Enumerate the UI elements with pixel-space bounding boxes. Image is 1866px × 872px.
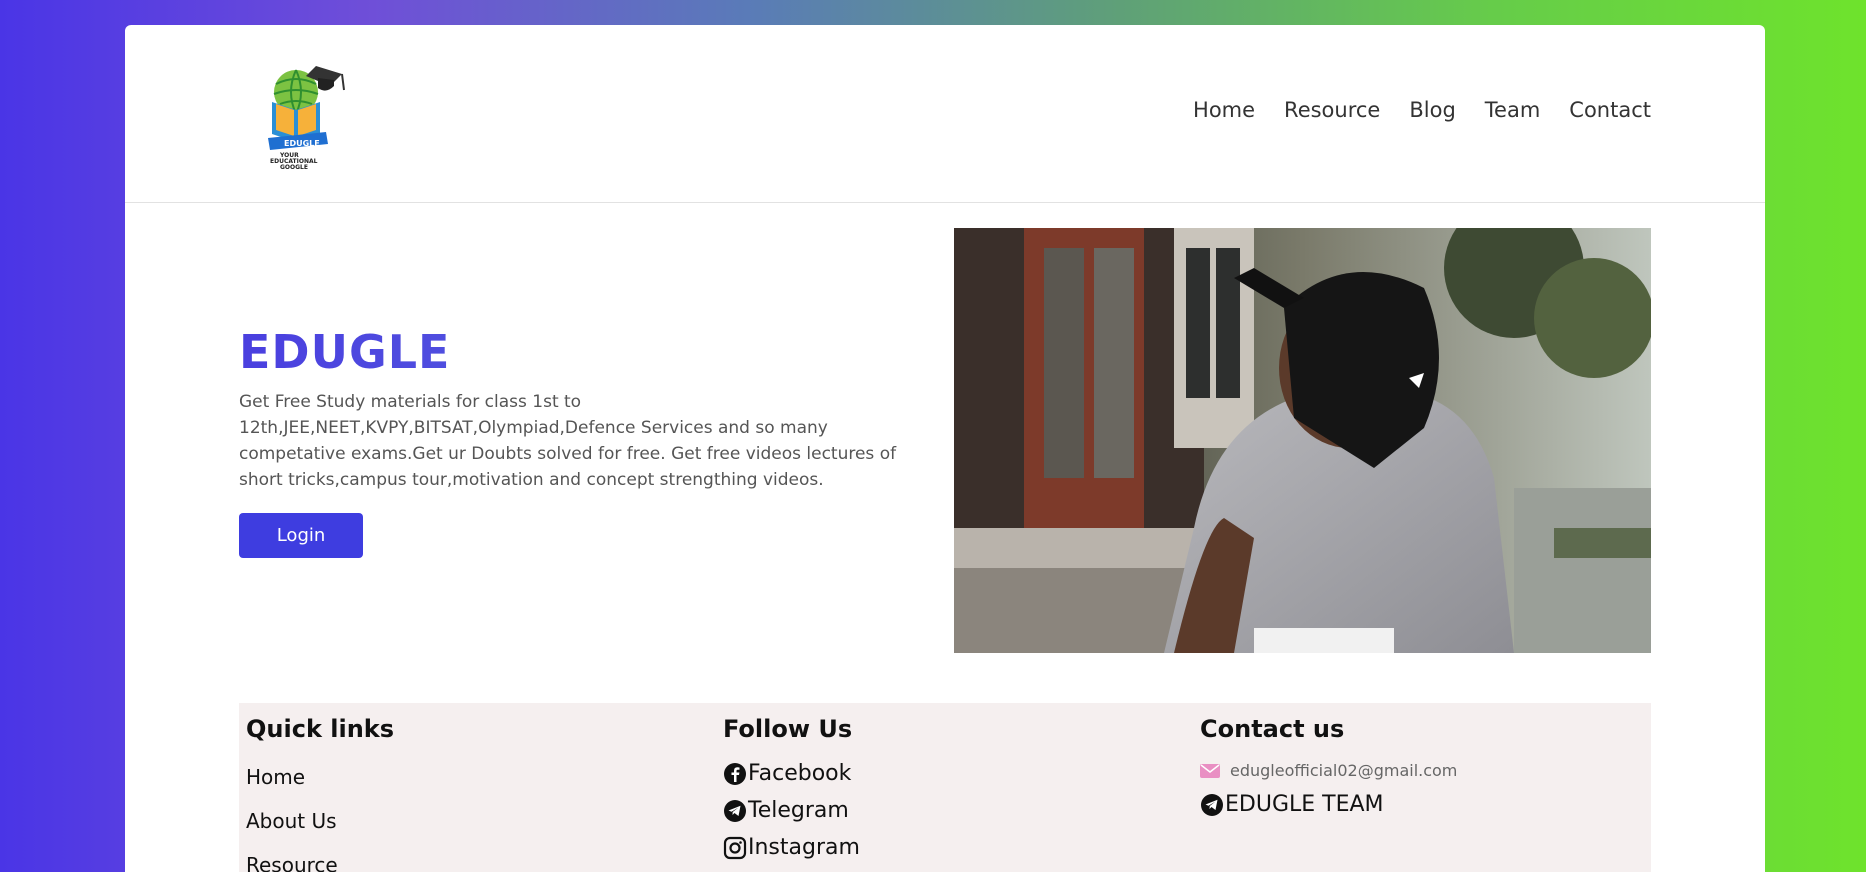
site-footer: Quick links Home About Us Resource Follo…: [239, 703, 1651, 872]
nav-team[interactable]: Team: [1485, 98, 1541, 122]
hero-section: EDUGLE Get Free Study materials for clas…: [239, 325, 919, 558]
team-telegram-link[interactable]: EDUGLE TEAM: [1200, 792, 1457, 817]
facebook-link[interactable]: Facebook: [723, 761, 860, 786]
envelope-icon: [1200, 763, 1220, 778]
login-button[interactable]: Login: [239, 513, 363, 558]
nav-contact[interactable]: Contact: [1569, 98, 1651, 122]
follow-us-heading: Follow Us: [723, 715, 853, 743]
hero-description: Get Free Study materials for class 1st t…: [239, 392, 897, 490]
telegram-label: Telegram: [748, 798, 849, 823]
contact-column: Contact us edugleofficial02@gmail.com ED…: [1200, 715, 1457, 817]
edugle-logo[interactable]: EDUGLE YOUR EDUCATIONAL GOOGLE: [260, 60, 350, 170]
hero-photo: [954, 228, 1651, 653]
instagram-label: Instagram: [748, 835, 860, 860]
svg-text:GOOGLE: GOOGLE: [280, 164, 308, 170]
telegram-icon: [1201, 793, 1223, 816]
hero-title: EDUGLE: [239, 325, 919, 379]
telegram-icon: [724, 799, 746, 822]
quick-links-column: Quick links Home About Us Resource: [246, 715, 394, 872]
footer-link-resource[interactable]: Resource: [246, 853, 394, 872]
contact-heading: Contact us: [1200, 715, 1345, 743]
email-contact[interactable]: edugleofficial02@gmail.com: [1200, 761, 1457, 780]
nav-resource[interactable]: Resource: [1284, 98, 1380, 122]
main-nav: Home Resource Blog Team Contact: [1193, 98, 1651, 122]
team-label: EDUGLE TEAM: [1225, 792, 1384, 817]
svg-text:EDUGLE: EDUGLE: [284, 139, 320, 148]
site-header: EDUGLE YOUR EDUCATIONAL GOOGLE Home Reso…: [125, 25, 1765, 203]
facebook-icon: [724, 762, 746, 785]
instagram-link[interactable]: Instagram: [723, 835, 860, 860]
email-address: edugleofficial02@gmail.com: [1230, 761, 1458, 780]
footer-link-home[interactable]: Home: [246, 765, 394, 789]
telegram-link[interactable]: Telegram: [723, 798, 860, 823]
quick-links-heading: Quick links: [246, 715, 395, 743]
footer-link-about[interactable]: About Us: [246, 809, 394, 833]
instagram-icon: [723, 836, 747, 859]
follow-us-column: Follow Us Facebook Telegram Instagram: [723, 715, 860, 860]
page-card: EDUGLE YOUR EDUCATIONAL GOOGLE Home Reso…: [125, 25, 1765, 872]
nav-home[interactable]: Home: [1193, 98, 1255, 122]
nav-blog[interactable]: Blog: [1409, 98, 1455, 122]
facebook-label: Facebook: [748, 761, 852, 786]
